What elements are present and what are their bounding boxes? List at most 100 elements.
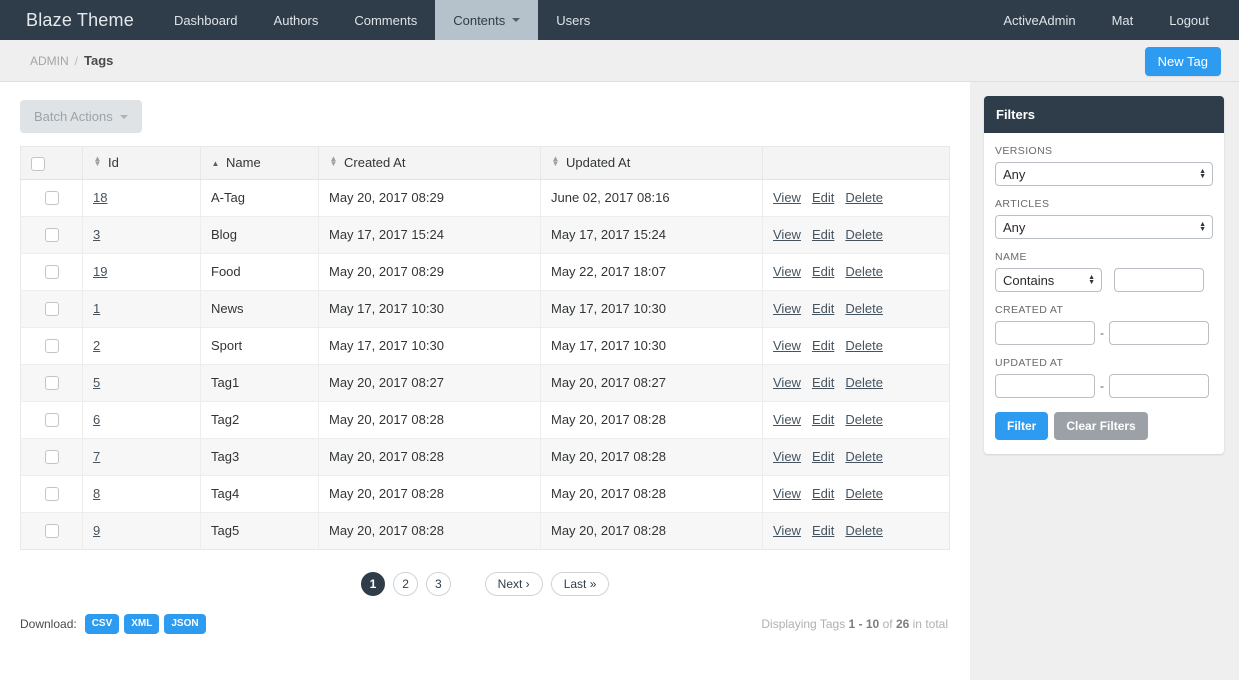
edit-link[interactable]: Edit bbox=[812, 449, 834, 464]
site-brand[interactable]: Blaze Theme bbox=[0, 0, 156, 40]
pagination-page-2[interactable]: 2 bbox=[393, 571, 418, 596]
view-link[interactable]: View bbox=[773, 301, 801, 316]
row-select-cell[interactable] bbox=[20, 179, 83, 217]
view-link[interactable]: View bbox=[773, 227, 801, 242]
record-id-link[interactable]: 9 bbox=[93, 523, 100, 538]
row-select-cell[interactable] bbox=[20, 475, 83, 513]
row-select-checkbox[interactable] bbox=[44, 265, 59, 280]
view-link[interactable]: View bbox=[773, 338, 801, 353]
view-link[interactable]: View bbox=[773, 264, 801, 279]
nav-item-activeadmin[interactable]: ActiveAdmin bbox=[985, 0, 1093, 40]
batch-actions-dropdown[interactable]: Batch Actions bbox=[20, 100, 142, 133]
edit-link[interactable]: Edit bbox=[812, 301, 834, 316]
cell-updated-at: May 20, 2017 08:28 bbox=[540, 438, 763, 476]
edit-link[interactable]: Edit bbox=[812, 375, 834, 390]
column-header-select-all[interactable] bbox=[20, 146, 83, 180]
clear-filters-button[interactable]: Clear Filters bbox=[1054, 412, 1148, 440]
record-id-link[interactable]: 1 bbox=[93, 301, 100, 316]
download-xml-link[interactable]: XML bbox=[124, 613, 160, 634]
record-id-link[interactable]: 6 bbox=[93, 412, 100, 427]
delete-link[interactable]: Delete bbox=[845, 449, 883, 464]
column-header-id[interactable]: ▲ ▼ Id bbox=[82, 146, 201, 180]
view-link[interactable]: View bbox=[773, 190, 801, 205]
row-select-checkbox[interactable] bbox=[44, 450, 59, 465]
pagination-page-1[interactable]: 1 bbox=[360, 571, 386, 596]
column-header-updated-at[interactable]: ▲ ▼ Updated At bbox=[540, 146, 763, 180]
record-id-link[interactable]: 18 bbox=[93, 190, 107, 205]
record-id-link[interactable]: 19 bbox=[93, 264, 107, 279]
record-id-link[interactable]: 7 bbox=[93, 449, 100, 464]
updated-at-to-input[interactable] bbox=[1109, 374, 1209, 398]
record-id-link[interactable]: 8 bbox=[93, 486, 100, 501]
delete-link[interactable]: Delete bbox=[845, 227, 883, 242]
delete-link[interactable]: Delete bbox=[845, 190, 883, 205]
pagination-page-3[interactable]: 3 bbox=[425, 571, 451, 596]
column-header-created-at[interactable]: ▲ ▼ Created At bbox=[318, 146, 541, 180]
created-at-to-input[interactable] bbox=[1109, 321, 1209, 345]
name-value-input[interactable] bbox=[1114, 268, 1204, 292]
delete-link[interactable]: Delete bbox=[845, 523, 883, 538]
table-row: 18 A-Tag May 20, 2017 08:29 June 02, 2017 0… bbox=[20, 179, 950, 217]
edit-link[interactable]: Edit bbox=[812, 486, 834, 501]
breadcrumb-admin-link[interactable]: ADMIN bbox=[30, 54, 69, 68]
record-id-link[interactable]: 5 bbox=[93, 375, 100, 390]
cell-name: Tag2 bbox=[200, 401, 319, 439]
row-select-checkbox[interactable] bbox=[44, 413, 59, 428]
nav-item-dashboard[interactable]: Dashboard bbox=[156, 0, 256, 40]
nav-item-users[interactable]: Users bbox=[538, 0, 608, 40]
edit-link[interactable]: Edit bbox=[812, 338, 834, 353]
select-all-checkbox[interactable] bbox=[31, 156, 45, 171]
delete-link[interactable]: Delete bbox=[845, 412, 883, 427]
row-select-cell[interactable] bbox=[20, 512, 83, 550]
view-link[interactable]: View bbox=[773, 486, 801, 501]
updated-at-from-input[interactable] bbox=[995, 374, 1095, 398]
delete-link[interactable]: Delete bbox=[845, 301, 883, 316]
download-csv-link[interactable]: CSV bbox=[84, 613, 120, 634]
nav-item-contents[interactable]: Contents bbox=[435, 0, 539, 40]
articles-select[interactable]: Any bbox=[995, 215, 1213, 239]
delete-link[interactable]: Delete bbox=[845, 338, 883, 353]
edit-link[interactable]: Edit bbox=[812, 227, 834, 242]
name-operator-select[interactable]: Contains bbox=[995, 268, 1102, 292]
row-select-checkbox[interactable] bbox=[44, 524, 59, 539]
row-select-checkbox[interactable] bbox=[44, 487, 59, 502]
edit-link[interactable]: Edit bbox=[812, 190, 834, 205]
row-select-cell[interactable] bbox=[20, 290, 83, 328]
cell-created-at: May 17, 2017 15:24 bbox=[318, 216, 541, 254]
row-select-checkbox[interactable] bbox=[44, 302, 59, 317]
record-id-link[interactable]: 3 bbox=[93, 227, 100, 242]
edit-link[interactable]: Edit bbox=[812, 523, 834, 538]
row-select-cell[interactable] bbox=[20, 364, 83, 402]
created-at-from-input[interactable] bbox=[995, 321, 1095, 345]
nav-item-comments[interactable]: Comments bbox=[336, 0, 435, 40]
nav-item-mat[interactable]: Mat bbox=[1094, 0, 1152, 40]
row-select-checkbox[interactable] bbox=[44, 339, 59, 354]
download-json-link[interactable]: JSON bbox=[164, 613, 206, 634]
column-header-name[interactable]: ▲ Name bbox=[200, 146, 319, 180]
versions-select[interactable]: Any bbox=[995, 162, 1213, 186]
view-link[interactable]: View bbox=[773, 412, 801, 427]
delete-link[interactable]: Delete bbox=[845, 264, 883, 279]
row-select-cell[interactable] bbox=[20, 216, 83, 254]
view-link[interactable]: View bbox=[773, 523, 801, 538]
row-select-cell[interactable] bbox=[20, 401, 83, 439]
filter-button[interactable]: Filter bbox=[995, 412, 1049, 440]
pagination-next-button[interactable]: Next › bbox=[484, 571, 543, 596]
row-select-checkbox[interactable] bbox=[44, 191, 59, 206]
row-select-cell[interactable] bbox=[20, 253, 83, 291]
pagination-last-button[interactable]: Last » bbox=[550, 571, 610, 596]
edit-link[interactable]: Edit bbox=[812, 412, 834, 427]
new-tag-button[interactable]: New Tag bbox=[1144, 47, 1221, 76]
view-link[interactable]: View bbox=[773, 375, 801, 390]
row-select-checkbox[interactable] bbox=[44, 376, 59, 391]
row-select-checkbox[interactable] bbox=[44, 228, 59, 243]
view-link[interactable]: View bbox=[773, 449, 801, 464]
delete-link[interactable]: Delete bbox=[845, 375, 883, 390]
record-id-link[interactable]: 2 bbox=[93, 338, 100, 353]
nav-item-authors[interactable]: Authors bbox=[256, 0, 337, 40]
delete-link[interactable]: Delete bbox=[845, 486, 883, 501]
nav-item-logout[interactable]: Logout bbox=[1151, 0, 1227, 40]
edit-link[interactable]: Edit bbox=[812, 264, 834, 279]
row-select-cell[interactable] bbox=[20, 327, 83, 365]
row-select-cell[interactable] bbox=[20, 438, 83, 476]
